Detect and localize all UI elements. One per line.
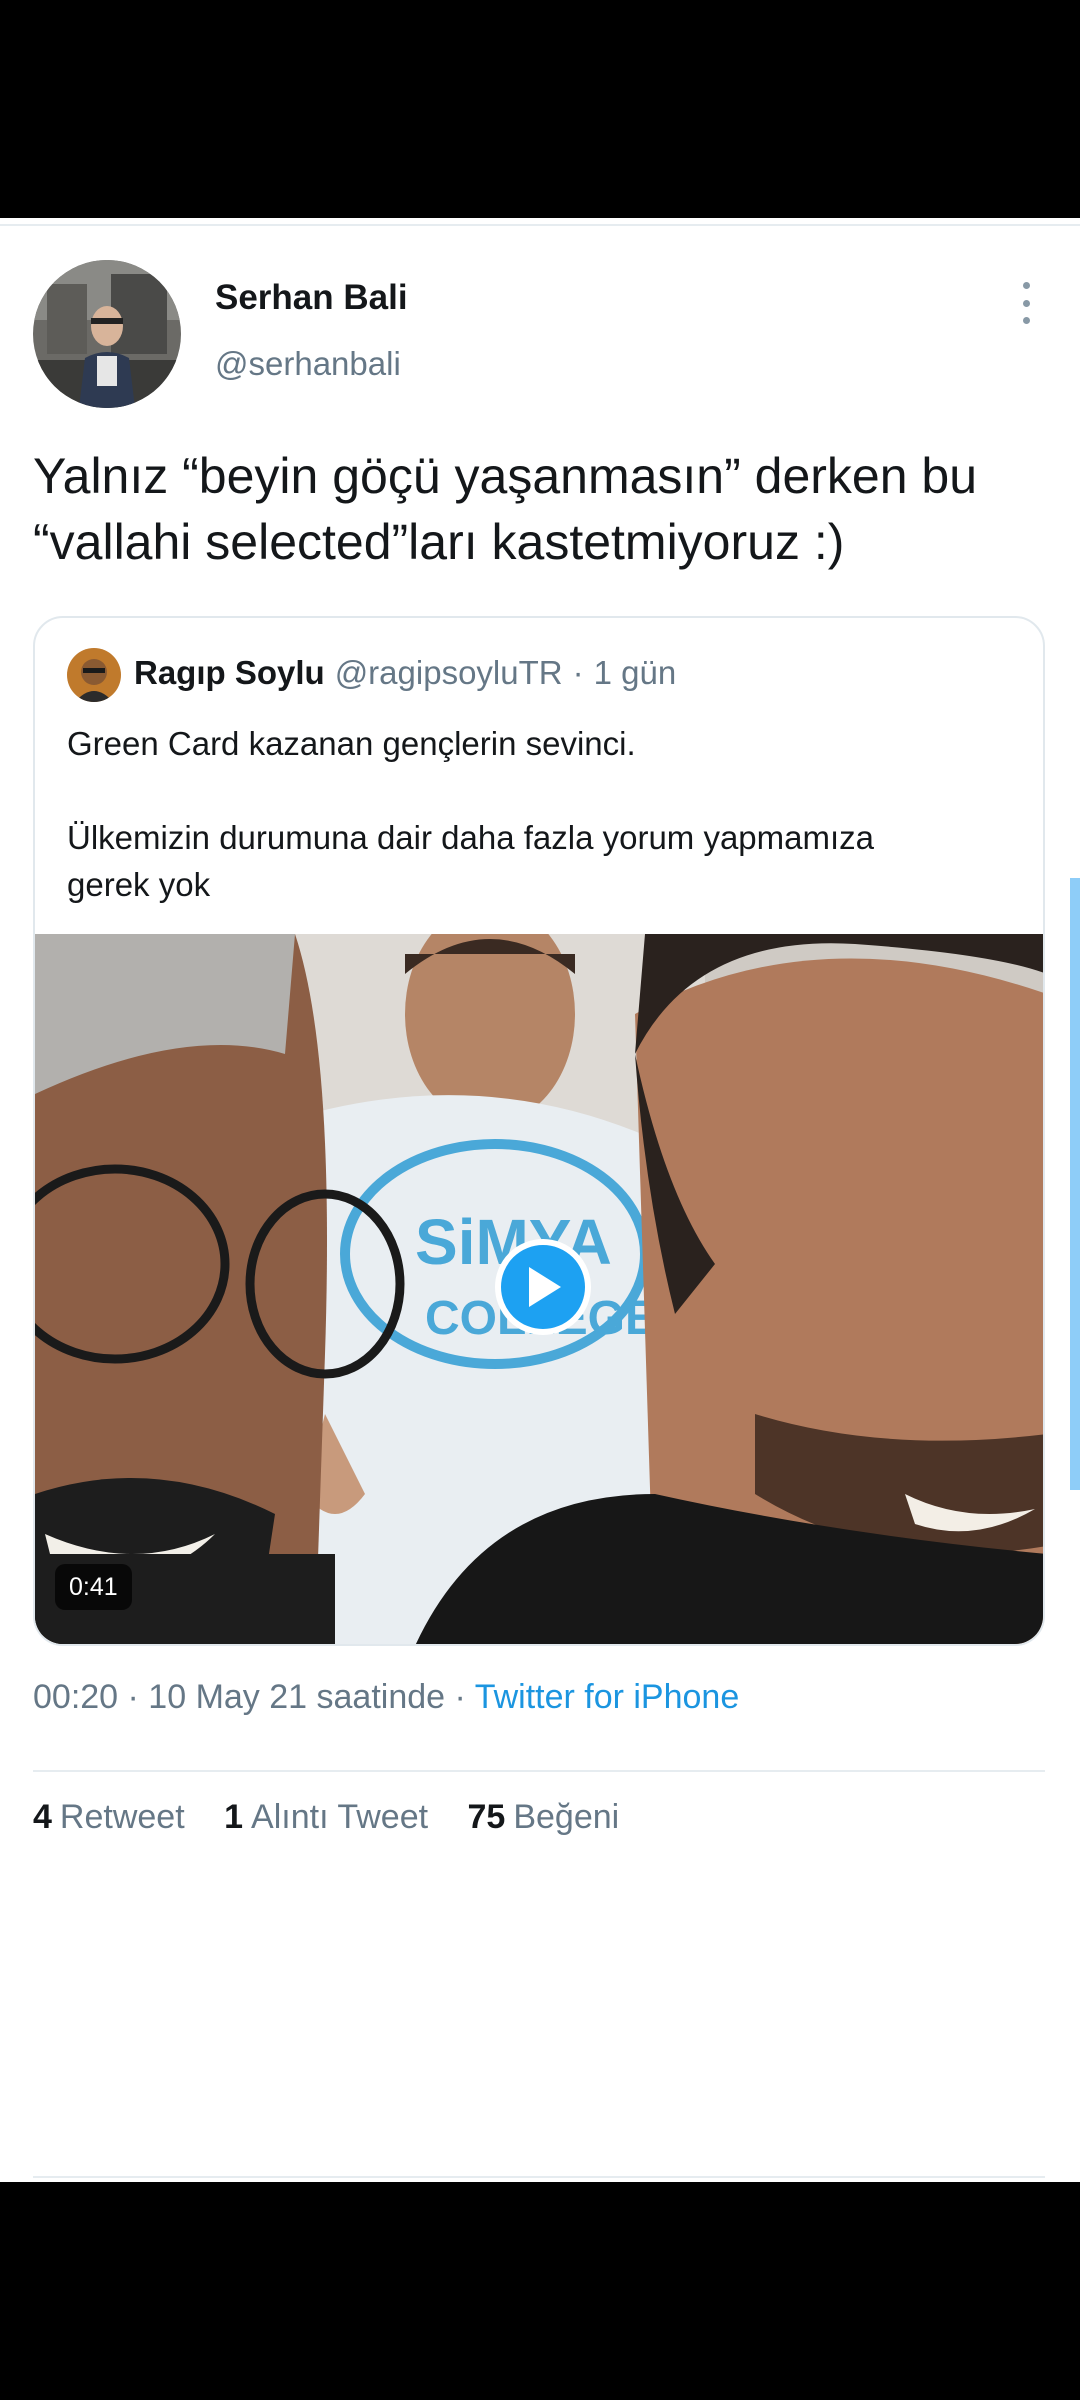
tweet-stats: 4 Retweet 1 Alıntı Tweet 75 Beğeni (33, 1798, 649, 1837)
quoted-text-line: Ülkemizin durumuna dair daha fazla yorum… (67, 819, 875, 856)
quoted-author-avatar (67, 648, 121, 702)
author-username[interactable]: @serhanbali (215, 345, 401, 383)
retweets-stat[interactable]: 4 Retweet (33, 1798, 185, 1837)
quote-tweets-label: Alıntı Tweet (251, 1798, 429, 1836)
author-display-name[interactable]: Serhan Bali (215, 278, 408, 318)
retweets-count: 4 (33, 1798, 52, 1836)
quoted-tweet-card[interactable]: Ragıp Soylu @ragipsoyluTR · 1 gün Green Car… (33, 616, 1045, 1646)
tweet-detail: Serhan Bali @serhanbali Yalnız “beyin gö… (0, 218, 1080, 2182)
tweet-text: Yalnız “beyin göçü yaşanmasın” derken bu… (33, 443, 1043, 575)
tweet-meta: 00:20 · 10 May 21 saatinde · Twitter for… (33, 1678, 739, 1717)
quoted-avatar-photo (67, 648, 121, 702)
author-avatar[interactable] (33, 260, 181, 408)
avatar-photo (33, 260, 181, 408)
stats-top-divider (33, 1770, 1045, 1772)
tweet-text-line: Yalnız “beyin göçü yaşanmasın” derken bu (33, 448, 978, 504)
quoted-text-line: gerek yok (67, 866, 211, 903)
tweet-text-line: “vallahi selected”ları kastetmiyoruz :) (33, 514, 845, 570)
quoted-tweet-text: Green Card kazanan gençlerin sevinci. Ül… (67, 720, 1017, 908)
more-options-icon[interactable] (1014, 282, 1038, 324)
top-divider (0, 224, 1080, 226)
likes-count: 75 (467, 1798, 506, 1836)
quote-tweets-stat[interactable]: 1 Alıntı Tweet (224, 1798, 428, 1837)
quoted-author-username: @ragipsoyluTR (334, 654, 563, 691)
quoted-text-line: Green Card kazanan gençlerin sevinci. (67, 725, 636, 762)
likes-stat[interactable]: 75 Beğeni (468, 1798, 620, 1837)
quote-tweets-count: 1 (224, 1798, 244, 1836)
video-player[interactable]: SiMYA COLLEGE (35, 934, 1043, 1644)
tweet-timestamp: 00:20 · 10 May 21 saatinde (33, 1678, 446, 1716)
scrollbar[interactable] (1070, 878, 1080, 1490)
video-duration-badge: 0:41 (55, 1564, 132, 1610)
quoted-tweet-header: Ragıp Soylu @ragipsoyluTR · 1 gün (134, 654, 676, 692)
quoted-author-name: Ragıp Soylu (134, 654, 325, 691)
retweets-label: Retweet (59, 1798, 185, 1836)
quoted-separator: · (572, 654, 584, 691)
play-button[interactable] (495, 1239, 591, 1335)
quoted-tweet-time: 1 gün (593, 654, 677, 691)
meta-separator: · (454, 1678, 466, 1716)
stats-bottom-divider (33, 2176, 1045, 2178)
likes-label: Beğeni (513, 1798, 620, 1836)
play-icon (529, 1267, 561, 1307)
more-dot (1022, 317, 1030, 324)
tweet-source-link[interactable]: Twitter for iPhone (475, 1678, 740, 1716)
more-dot (1022, 282, 1030, 289)
more-dot (1022, 299, 1030, 307)
